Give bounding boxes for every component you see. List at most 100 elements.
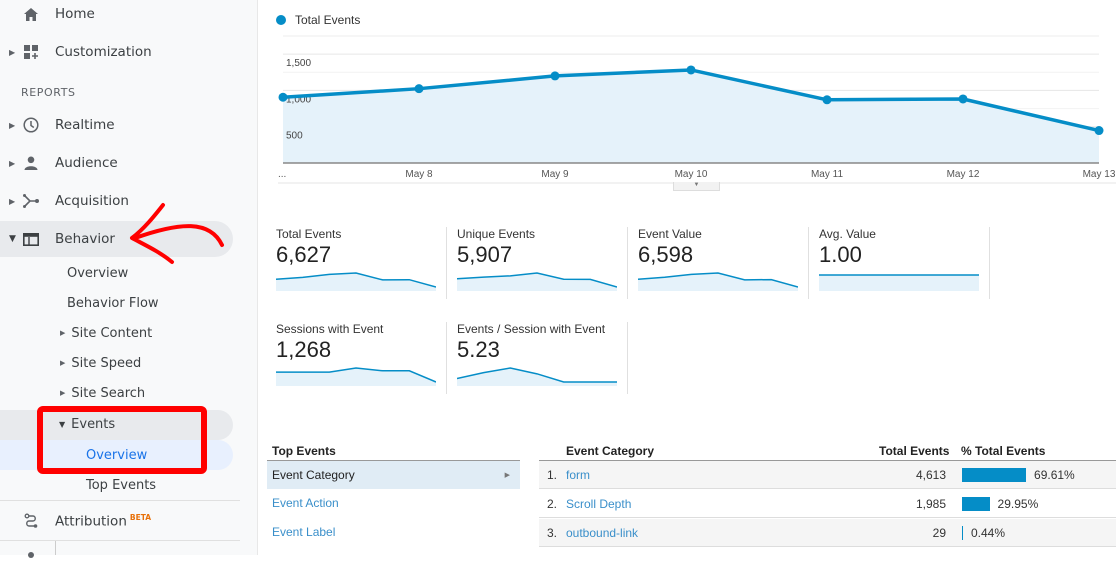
- sparkline: [276, 272, 436, 291]
- total-events-value: 1,985: [915, 497, 946, 511]
- sidebar-item-customization[interactable]: ▶ Customization: [0, 34, 258, 70]
- sidebar-item-site-content[interactable]: ▶ Site Content: [60, 319, 152, 347]
- top-events-item-event-category[interactable]: Event Category ▶: [267, 461, 520, 489]
- sidebar-item-behavior-overview[interactable]: Overview: [67, 259, 128, 287]
- sparkline-area: [276, 368, 436, 386]
- sidebar-item-events-overview[interactable]: Overview: [86, 441, 147, 469]
- sidebar-item-audience[interactable]: ▶ Audience: [0, 145, 258, 181]
- scorecard-value: 6,627: [276, 242, 332, 267]
- divider: [0, 500, 240, 501]
- x-tick-label: May 9: [541, 169, 569, 180]
- sparkline: [457, 367, 617, 386]
- divider: [808, 227, 809, 299]
- x-tick-label: May 8: [405, 169, 433, 180]
- scorecard-title: Events / Session with Event: [457, 322, 606, 336]
- caret-down-icon: ▼: [59, 419, 66, 429]
- total-events-value: 4,613: [915, 468, 946, 482]
- scorecard-value: 6,598: [638, 242, 694, 267]
- data-point: [958, 94, 968, 104]
- pct-value: 69.61%: [1034, 468, 1075, 482]
- sidebar-item-realtime[interactable]: ▶ Realtime: [0, 107, 258, 143]
- scorecard-value: 1.00: [819, 242, 862, 267]
- person-icon: [22, 154, 40, 172]
- beta-badge: BETA: [129, 512, 152, 522]
- sidebar-item-behavior-flow[interactable]: Behavior Flow: [67, 289, 159, 317]
- event-category-link[interactable]: outbound-link: [566, 526, 638, 540]
- y-tick-label: 500: [286, 131, 303, 142]
- caret-right-icon: ▶: [60, 389, 66, 397]
- sparkline-area: [819, 275, 979, 291]
- top-events-item-event-action[interactable]: Event Action: [267, 489, 520, 517]
- attribution-icon: [22, 512, 40, 530]
- pct-bar: [962, 526, 963, 540]
- acquisition-icon: [22, 192, 40, 210]
- table-row: 2. Scroll Depth 1,985 29.95%: [539, 490, 1116, 518]
- caret-right-icon: ▶: [60, 359, 66, 367]
- caret-right-icon: ▶: [9, 158, 16, 168]
- sidebar-item-top-events[interactable]: Top Events: [86, 471, 156, 499]
- sidebar-item-site-search[interactable]: ▶ Site Search: [60, 379, 145, 407]
- chart-expand-toggle[interactable]: ▼: [673, 182, 720, 191]
- sidebar-item-attribution[interactable]: Attribution BETA: [0, 503, 258, 539]
- sidebar-item-home[interactable]: Home: [0, 0, 258, 32]
- y-tick-label: 1,500: [286, 58, 311, 69]
- event-category-link[interactable]: Scroll Depth: [566, 497, 631, 511]
- divider: [989, 227, 990, 299]
- discover-icon[interactable]: [26, 546, 36, 558]
- total-events-chart[interactable]: 1,5001,000500... May 8 May 9 May 10 May 11 Ma…: [258, 0, 1116, 200]
- top-events-item-event-label[interactable]: Event Label: [267, 518, 520, 546]
- data-point: [278, 92, 288, 102]
- x-tick-label: May 13: [1083, 169, 1116, 180]
- row-number: 3.: [547, 526, 558, 540]
- caret-right-icon: ▶: [9, 47, 16, 57]
- sidebar-item-events[interactable]: ▼ Events: [59, 410, 115, 438]
- scorecard-value: 1,268: [276, 337, 332, 362]
- divider: [446, 322, 447, 394]
- reports-heading: REPORTS: [21, 86, 76, 99]
- sparkline: [638, 272, 798, 291]
- behavior-icon: [22, 230, 40, 248]
- scorecard[interactable]: Event Value 6,598: [638, 227, 810, 307]
- x-tick-label: May 11: [811, 169, 843, 180]
- scorecard[interactable]: Avg. Value 1.00: [819, 227, 991, 307]
- scorecard-title: Sessions with Event: [276, 322, 384, 336]
- scorecard[interactable]: Events / Session with Event 5.23: [457, 322, 629, 402]
- row-number: 2.: [547, 497, 558, 511]
- pct-value: 29.95%: [997, 497, 1039, 511]
- sparkline-area: [276, 273, 436, 291]
- sidebar-item-site-speed[interactable]: ▶ Site Speed: [60, 349, 141, 377]
- divider: [0, 540, 240, 541]
- total-events-value: 29: [932, 526, 946, 540]
- scorecard[interactable]: Sessions with Event 1,268: [276, 322, 448, 402]
- scorecard[interactable]: Total Events 6,627: [276, 227, 448, 307]
- sidebar-nav: Home ▶ Customization REPORTS ▶ Realtime …: [0, 0, 258, 558]
- sparkline-area: [457, 368, 617, 386]
- column-header-total-events[interactable]: Total Events: [879, 444, 949, 458]
- top-events-heading: Top Events: [272, 444, 336, 458]
- events-highlight: [0, 410, 233, 440]
- main-content: Total Events 1,500 1,000 500... May 8 May 9M…: [258, 0, 1116, 555]
- clock-icon: [22, 116, 40, 134]
- table-row: 1. form 4,613 69.61%: [539, 461, 1116, 489]
- divider: [446, 227, 447, 299]
- sparkline: [276, 367, 436, 386]
- caret-right-icon: ▶: [9, 120, 16, 130]
- column-header-pct-total-events[interactable]: % Total Events: [961, 444, 1045, 458]
- data-point: [414, 84, 424, 94]
- sidebar-item-behavior[interactable]: ▼ Behavior: [0, 221, 258, 257]
- data-point: [686, 65, 696, 75]
- column-header-event-category[interactable]: Event Category: [566, 444, 654, 458]
- divider: [55, 541, 56, 555]
- sparkline-area: [638, 273, 798, 291]
- scorecard-title: Unique Events: [457, 227, 536, 241]
- sidebar-item-acquisition[interactable]: ▶ Acquisition: [0, 183, 258, 219]
- scorecard-title: Avg. Value: [819, 227, 876, 241]
- x-tick-label: May 12: [947, 169, 980, 180]
- scorecard[interactable]: Unique Events 5,907: [457, 227, 629, 307]
- sparkline: [819, 274, 979, 291]
- dashboard-icon: [22, 43, 40, 61]
- caret-down-icon: ▼: [9, 234, 16, 244]
- x-tick-label: ...: [278, 169, 286, 180]
- data-point: [822, 95, 832, 105]
- event-category-link[interactable]: form: [566, 468, 590, 482]
